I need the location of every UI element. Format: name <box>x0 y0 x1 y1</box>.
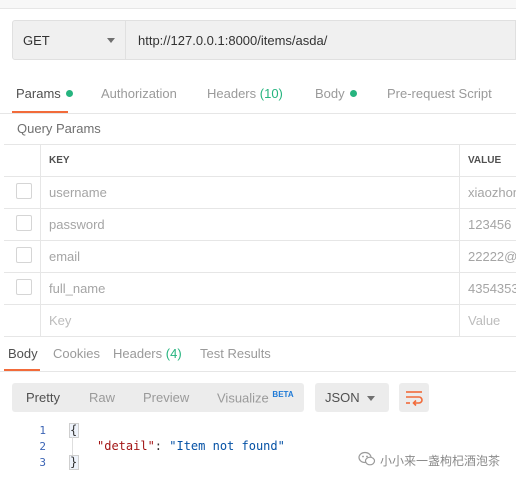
param-key[interactable]: password <box>49 217 105 232</box>
view-mode-group: Pretty Raw Preview Visualize BETA <box>12 383 304 412</box>
value-column-header: VALUE <box>468 155 502 166</box>
code-line: "detail": "Item not found" <box>97 439 285 453</box>
top-strip <box>0 0 516 9</box>
tab-params-label: Params <box>16 86 61 101</box>
response-tab-body[interactable]: Body <box>8 346 38 361</box>
new-key-input[interactable]: Key <box>49 313 71 328</box>
response-tab-body-label: Body <box>8 346 38 361</box>
response-tab-test-results-label: Test Results <box>200 346 271 361</box>
tab-pre-request-script-label: Pre-request Script <box>387 86 492 101</box>
preview-button[interactable]: Preview <box>143 390 189 405</box>
tab-params[interactable]: Params <box>16 86 73 101</box>
tab-headers-label: Headers <box>207 86 257 101</box>
url-text: http://127.0.0.1:8000/items/asda/ <box>138 33 328 48</box>
row-checkbox[interactable] <box>16 247 32 263</box>
response-tab-headers-count: (4) <box>165 346 182 361</box>
param-value[interactable]: xiaozhong <box>468 185 516 200</box>
params-indicator-dot <box>65 90 73 97</box>
param-value[interactable]: 43543534 <box>468 281 516 296</box>
divider <box>0 371 516 372</box>
table-header-row: KEY VALUE <box>4 145 516 177</box>
new-param-row: Key Value <box>4 305 516 337</box>
row-checkbox[interactable] <box>16 215 32 231</box>
pretty-button[interactable]: Pretty <box>26 390 60 405</box>
response-tab-headers-label: Headers <box>113 346 163 361</box>
param-value[interactable]: 22222@qq.com <box>468 249 516 264</box>
row-checkbox[interactable] <box>16 183 32 199</box>
table-row: username xiaozhong <box>4 177 516 209</box>
tab-authorization[interactable]: Authorization <box>101 86 177 101</box>
row-checkbox[interactable] <box>16 279 32 295</box>
line-number: 1 <box>39 424 46 437</box>
watermark: 小小来一盏枸杞酒泡茶 <box>358 450 516 470</box>
response-tab-headers[interactable]: Headers (4) <box>113 346 182 361</box>
table-row: full_name 43543534 <box>4 273 516 305</box>
wechat-logo-icon <box>358 451 376 466</box>
response-tab-cookies[interactable]: Cookies <box>53 346 100 361</box>
line-number: 3 <box>39 456 46 469</box>
table-row: email 22222@qq.com <box>4 241 516 273</box>
url-input[interactable]: http://127.0.0.1:8000/items/asda/ <box>126 20 516 60</box>
method-label: GET <box>23 33 50 48</box>
line-number: 2 <box>39 440 46 453</box>
tab-body[interactable]: Body <box>315 86 357 101</box>
beta-badge: BETA <box>272 390 294 399</box>
tab-pre-request-script[interactable]: Pre-request Script <box>387 86 492 101</box>
visualize-button[interactable]: Visualize BETA <box>217 390 294 405</box>
code-line: } <box>70 455 78 469</box>
format-select[interactable]: JSON <box>315 383 389 412</box>
json-colon: : <box>154 439 170 453</box>
chevron-down-icon <box>107 38 115 43</box>
wrap-lines-button[interactable] <box>399 383 429 412</box>
param-key[interactable]: email <box>49 249 80 264</box>
response-tab-cookies-label: Cookies <box>53 346 100 361</box>
divider <box>0 113 516 114</box>
table-row: password 123456 <box>4 209 516 241</box>
json-key: "detail" <box>97 439 155 453</box>
wrap-lines-icon <box>406 391 423 407</box>
tab-headers[interactable]: Headers (10) <box>207 86 283 101</box>
raw-button[interactable]: Raw <box>89 390 115 405</box>
new-value-input[interactable]: Value <box>468 313 500 328</box>
param-value[interactable]: 123456 <box>468 217 511 232</box>
tab-authorization-label: Authorization <box>101 86 177 101</box>
param-key[interactable]: username <box>49 185 107 200</box>
chevron-down-icon <box>367 396 375 401</box>
key-column-header: KEY <box>49 155 70 166</box>
tab-body-label: Body <box>315 86 345 101</box>
query-params-title: Query Params <box>17 121 101 136</box>
json-value: "Item not found" <box>169 439 285 453</box>
param-key[interactable]: full_name <box>49 281 105 296</box>
tab-headers-count: (10) <box>259 86 283 101</box>
params-table: KEY VALUE username xiaozhong password 12… <box>4 144 516 337</box>
method-select[interactable]: GET <box>12 20 126 60</box>
body-indicator-dot <box>349 90 357 97</box>
response-tab-test-results[interactable]: Test Results <box>200 346 271 361</box>
format-label: JSON <box>325 390 360 405</box>
visualize-label: Visualize <box>217 390 269 406</box>
code-line: { <box>70 423 78 437</box>
watermark-text: 小小来一盏枸杞酒泡茶 <box>380 454 501 468</box>
